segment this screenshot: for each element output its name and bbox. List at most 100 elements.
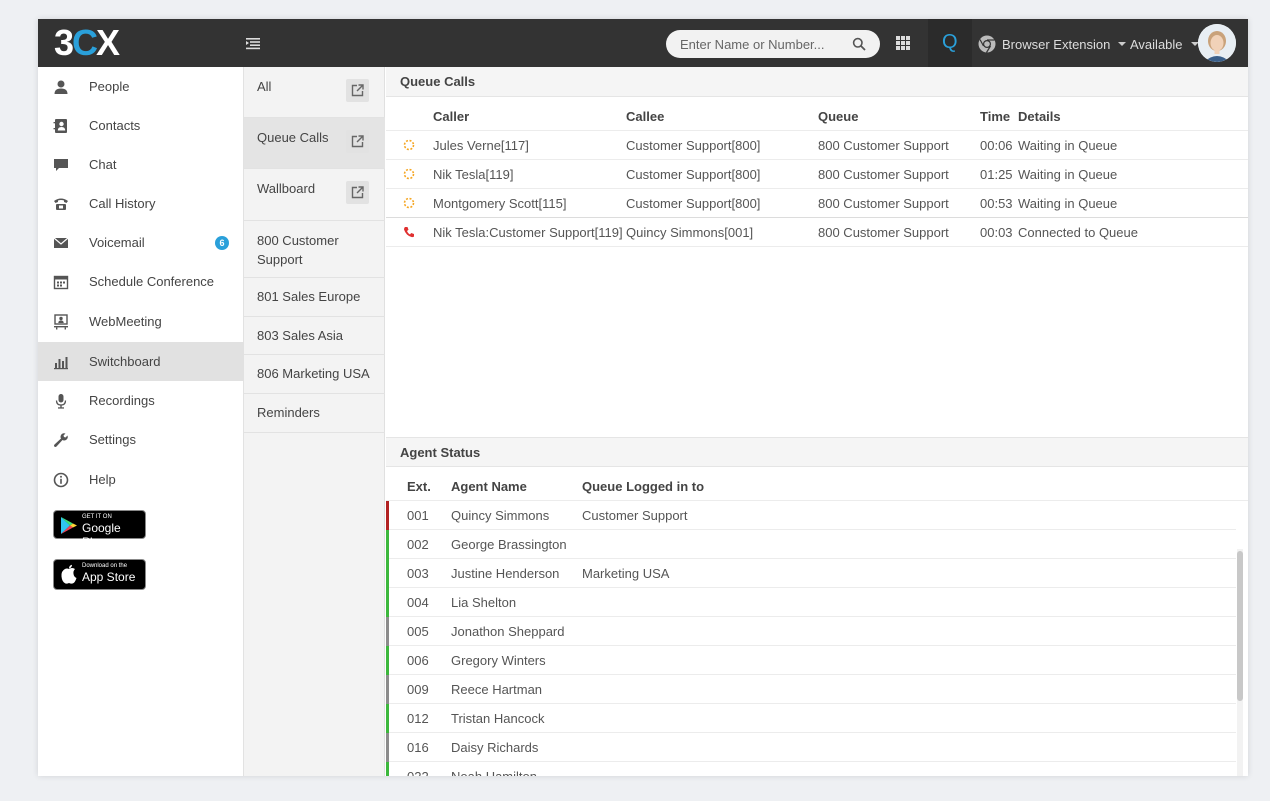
subnav-item-label: 803 Sales Asia — [257, 328, 344, 343]
agent-list-scrollbar-thumb[interactable] — [1237, 551, 1243, 701]
search-icon[interactable] — [852, 37, 866, 51]
person-icon — [54, 80, 68, 94]
app-store-badge[interactable]: Download on the App Store — [53, 559, 146, 590]
external-link-icon — [351, 135, 364, 148]
sidebar-item-label: Recordings — [89, 393, 155, 408]
agent-status-indicator — [386, 617, 389, 646]
sidebar-item-label: Schedule Conference — [89, 274, 215, 289]
queue-toggle-button[interactable]: Q — [928, 19, 972, 67]
sidebar-item-label: People — [89, 79, 130, 94]
top-bar: 3CX Q — [38, 19, 1248, 67]
queue-logged-cell: Customer Support — [582, 508, 688, 523]
table-row[interactable]: 003 Justine Henderson Marketing USA — [386, 559, 1236, 588]
dialpad-grid-icon[interactable] — [896, 36, 910, 50]
time-cell: 00:06 — [980, 138, 1013, 153]
subnav-item-wallboard[interactable]: Wallboard — [244, 169, 385, 221]
app-store-small-text: Download on the — [82, 563, 128, 569]
sidebar-item-schedule-conference[interactable]: Schedule Conference — [38, 262, 244, 301]
chat-icon — [54, 158, 68, 171]
ext-cell: 002 — [407, 537, 429, 552]
subnav-item-806-marketing-usa[interactable]: 806 Marketing USA — [244, 355, 385, 394]
sidebar-item-label: Help — [89, 472, 116, 487]
open-external-button[interactable] — [346, 79, 369, 102]
subnav-item-label: All — [257, 79, 272, 94]
column-header-time[interactable]: Time — [980, 109, 1010, 124]
ext-cell: 004 — [407, 595, 429, 610]
google-play-big-text: Google Play — [82, 521, 121, 549]
table-row[interactable]: 004 Lia Shelton — [386, 588, 1236, 617]
subnav-item-803-sales-asia[interactable]: 803 Sales Asia — [244, 317, 385, 355]
subnav-item-801-sales-europe[interactable]: 801 Sales Europe — [244, 278, 385, 317]
table-row[interactable]: 009 Reece Hartman — [386, 675, 1236, 704]
bar-chart-icon — [54, 356, 68, 369]
presence-status-dropdown[interactable]: Available — [1130, 34, 1199, 54]
sidebar-item-label: Voicemail — [89, 235, 145, 250]
table-row[interactable]: 005 Jonathon Sheppard — [386, 617, 1236, 646]
open-external-button[interactable] — [346, 181, 369, 204]
table-row[interactable]: 012 Tristan Hancock — [386, 704, 1236, 733]
column-header-ext[interactable]: Ext. — [407, 479, 431, 494]
table-row[interactable]: 016 Daisy Richards — [386, 733, 1236, 762]
details-cell: Waiting in Queue — [1018, 167, 1118, 182]
apple-icon — [61, 564, 77, 584]
table-row[interactable]: 001 Quincy Simmons Customer Support — [386, 501, 1236, 530]
agent-status-indicator — [386, 704, 389, 733]
ext-cell: 022 — [407, 769, 429, 776]
subnav-item-all[interactable]: All — [244, 67, 385, 118]
column-header-agent-name[interactable]: Agent Name — [451, 479, 527, 494]
collapse-menu-icon[interactable] — [245, 35, 261, 51]
sidebar-item-voicemail[interactable]: Voicemail 6 — [38, 223, 244, 262]
sidebar-item-call-history[interactable]: Call History — [38, 184, 244, 223]
agent-status-indicator — [386, 530, 389, 559]
table-row[interactable]: 022 Noah Hamilton — [386, 762, 1236, 776]
column-header-details[interactable]: Details — [1018, 109, 1061, 124]
agent-status-indicator — [386, 588, 389, 617]
waiting-spinner-icon — [403, 139, 415, 151]
column-header-callee[interactable]: Callee — [626, 109, 664, 124]
logo-3cx[interactable]: 3CX — [54, 22, 120, 63]
sidebar-item-label: Chat — [89, 157, 117, 172]
user-avatar[interactable] — [1198, 24, 1236, 62]
subnav-item-800-customer-support[interactable]: 800 Customer Support — [244, 221, 385, 278]
queue-cell: 800 Customer Support — [818, 225, 949, 240]
agent-name-cell: Lia Shelton — [451, 595, 517, 610]
subnav-item-queue-calls[interactable]: Queue Calls — [244, 118, 385, 169]
sidebar-item-webmeeting[interactable]: WebMeeting — [38, 302, 244, 341]
column-header-caller[interactable]: Caller — [433, 109, 469, 124]
column-header-queue-logged-in[interactable]: Queue Logged in to — [582, 479, 704, 494]
agent-status-indicator — [386, 675, 389, 704]
ext-cell: 001 — [407, 508, 429, 523]
sidebar-item-label: Contacts — [89, 118, 141, 133]
table-row[interactable]: 006 Gregory Winters — [386, 646, 1236, 675]
logo-digit: 3 — [54, 22, 74, 63]
google-play-badge[interactable]: GET IT ON Google Play — [53, 510, 146, 549]
sidebar-item-people[interactable]: People — [38, 67, 244, 106]
search-input[interactable] — [680, 35, 848, 53]
subnav-item-label: 801 Sales Europe — [257, 289, 361, 304]
time-cell: 00:03 — [980, 225, 1013, 240]
column-header-queue[interactable]: Queue — [818, 109, 858, 124]
chrome-icon — [978, 35, 996, 53]
logo-c: C — [72, 22, 98, 63]
sidebar-item-contacts[interactable]: Contacts — [38, 106, 244, 145]
browser-extension-dropdown[interactable]: Browser Extension — [978, 34, 1127, 54]
agent-name-cell: Noah Hamilton — [451, 769, 537, 776]
main-content: Queue Calls Caller Callee Queue Time Det… — [386, 67, 1248, 776]
agent-name-cell: Daisy Richards — [451, 740, 539, 755]
sidebar-item-switchboard[interactable]: Switchboard — [38, 342, 244, 381]
sidebar-item-help[interactable]: Help — [38, 460, 244, 499]
sidebar-item-recordings[interactable]: Recordings — [38, 381, 244, 420]
divider — [386, 188, 1248, 189]
envelope-icon — [53, 237, 69, 248]
sidebar-item-settings[interactable]: Settings — [38, 420, 244, 459]
agent-name-cell: Tristan Hancock — [451, 711, 545, 726]
subnav-item-reminders[interactable]: Reminders — [244, 394, 385, 433]
table-row[interactable]: 002 George Brassington — [386, 530, 1236, 559]
agent-name-cell: Justine Henderson — [451, 566, 560, 581]
sidebar-item-chat[interactable]: Chat — [38, 145, 244, 184]
sidebar-item-label: WebMeeting — [89, 314, 162, 329]
open-external-button[interactable] — [346, 130, 369, 153]
app-store-big-text: App Store — [82, 570, 136, 584]
divider — [386, 159, 1248, 160]
logo-x: X — [96, 22, 120, 63]
